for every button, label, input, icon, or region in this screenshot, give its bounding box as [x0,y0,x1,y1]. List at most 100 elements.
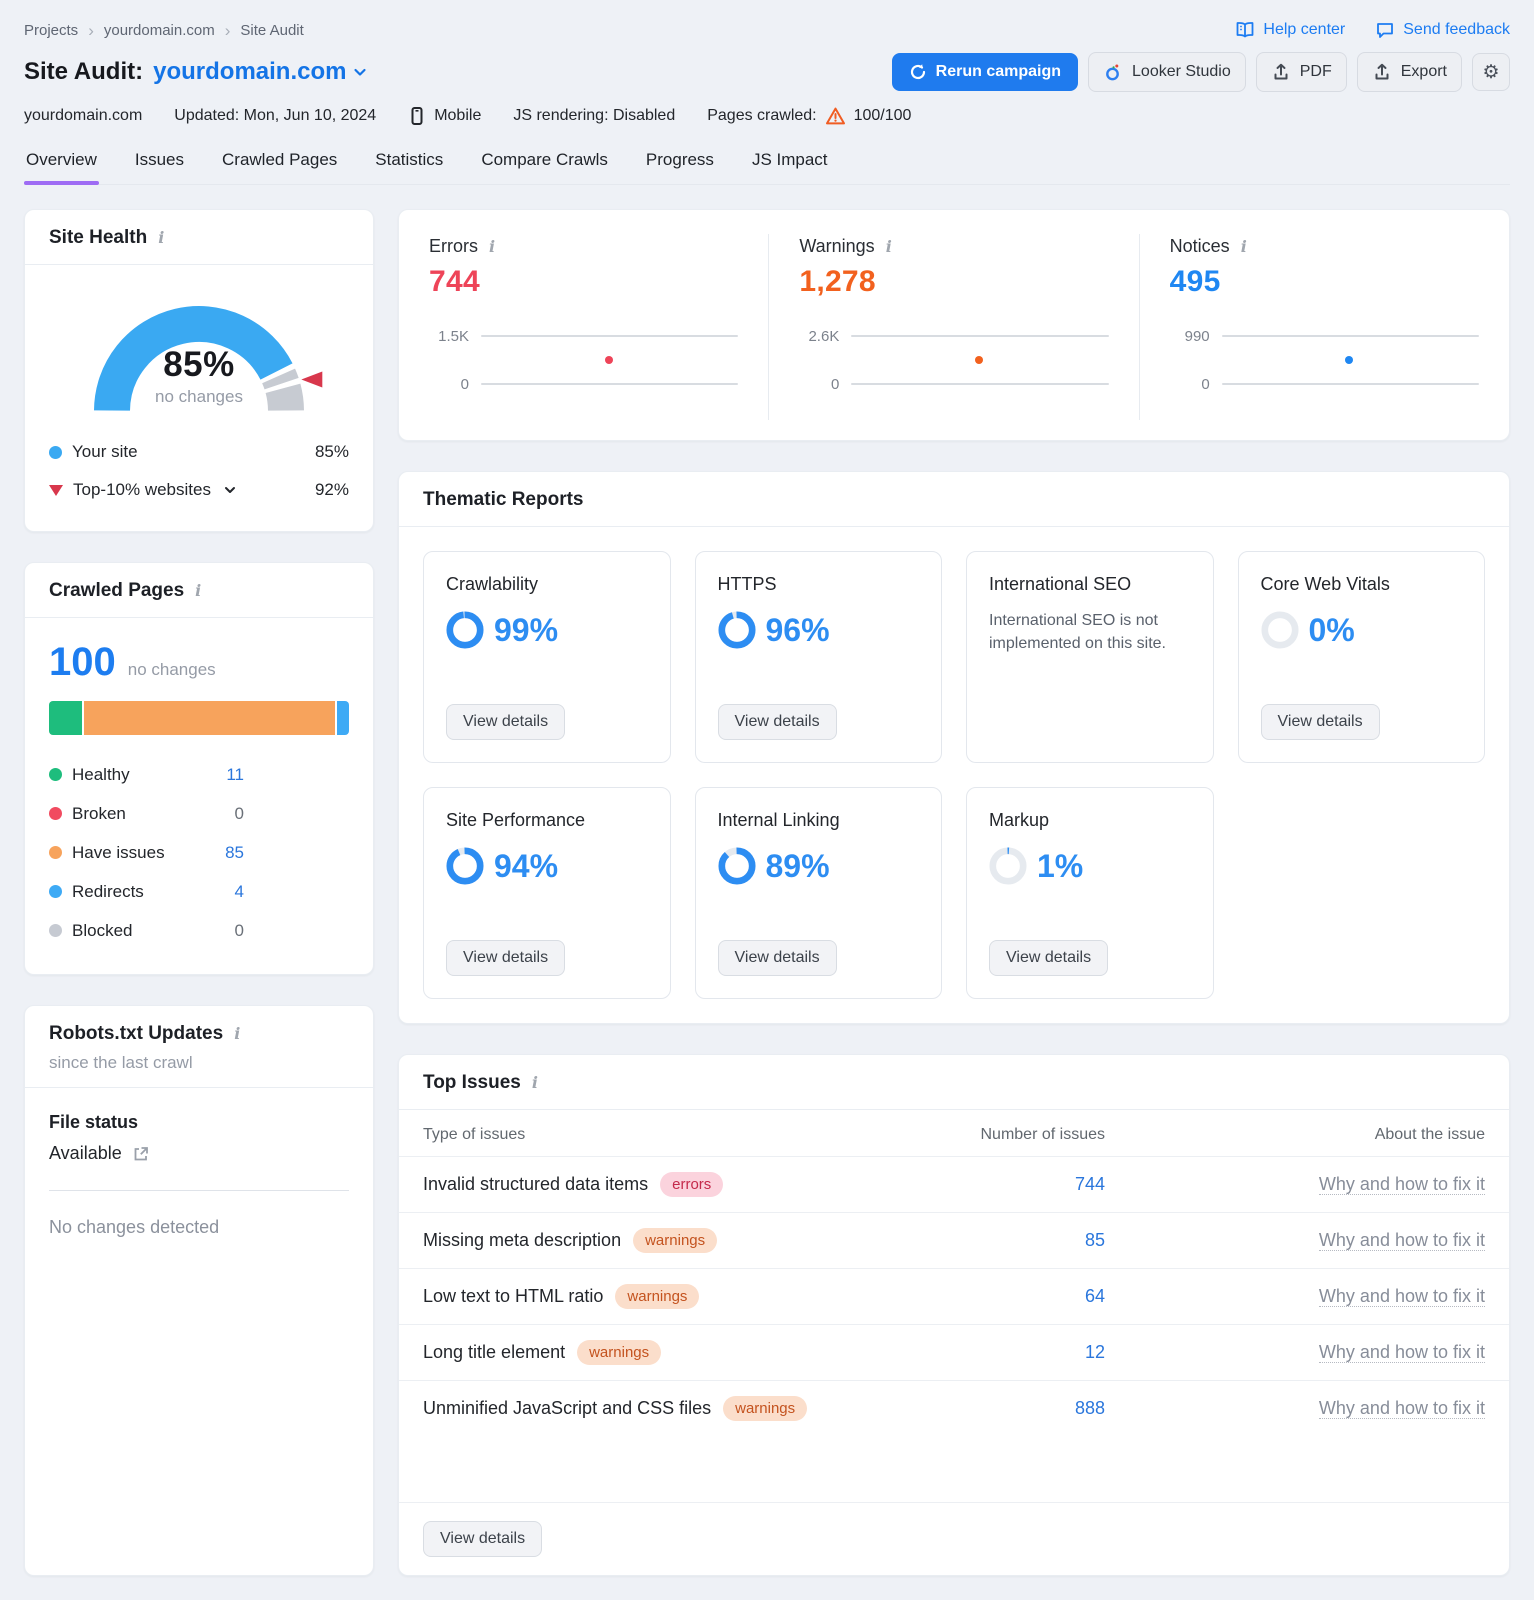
breadcrumb-projects[interactable]: Projects [24,22,78,39]
chevron-down-icon[interactable] [223,483,237,497]
breadcrumb-domain[interactable]: yourdomain.com [104,22,215,39]
site-health-score: 85% [163,345,235,384]
rerun-campaign-label: Rerun campaign [935,63,1062,80]
meta-device: Mobile [408,106,481,126]
warnings-badge: warnings [577,1340,662,1365]
robots-title: Robots.txt Updates [49,1023,224,1044]
mobile-icon [411,107,423,125]
notices-value[interactable]: 495 [1170,265,1479,299]
tab-crawled-pages[interactable]: Crawled Pages [220,146,339,184]
robots-txt-card: Robots.txt Updates i since the last craw… [24,1005,374,1576]
top-issues-header-row: Type of issues Number of issues About th… [399,1110,1509,1156]
settings-button[interactable]: ⚙ [1472,53,1510,91]
issue-name: Low text to HTML ratio [423,1286,604,1306]
tab-compare-crawls[interactable]: Compare Crawls [479,146,610,184]
crawlability-view-details-button[interactable]: View details [446,704,566,740]
meta-pages-crawled-value: 100/100 [853,107,912,124]
domain-selector[interactable]: yourdomain.com [153,58,368,86]
warnings-value[interactable]: 1,278 [799,265,1108,299]
legend-redirects-count[interactable]: 4 [235,882,349,902]
https-view-details-button[interactable]: View details [717,704,837,740]
info-icon[interactable]: i [193,583,203,599]
info-icon[interactable]: i [156,230,166,246]
y-max-label: 2.6K [808,327,840,345]
legend-healthy-count[interactable]: 11 [226,765,349,785]
internal-linking-view-details-button[interactable]: View details [717,940,837,976]
meta-domain: yourdomain.com [24,107,143,124]
thematic-crawlability-title: Crawlability [446,574,539,594]
thematic-international-seo-note: International SEO is not implemented on … [989,612,1166,653]
legend-broken-label: Broken [72,803,126,823]
legend-your-site-label: Your site [72,442,138,461]
why-how-to-fix-link[interactable]: Why and how to fix it [1318,1230,1485,1251]
top-issues-view-details-button[interactable]: View details [423,1521,543,1557]
meta-device-label: Mobile [434,107,482,124]
markup-view-details-button[interactable]: View details [989,940,1109,976]
page-title: Site Audit: [24,58,144,85]
breadcrumb: Projects › yourdomain.com › Site Audit [24,22,304,39]
robots-no-changes: No changes detected [49,1217,220,1237]
site-performance-view-details-button[interactable]: View details [446,940,566,976]
warnings-sparkline: 2.6K 0 [799,327,1109,393]
issue-count-link[interactable]: 888 [945,1398,1105,1419]
issue-count-link[interactable]: 64 [945,1286,1105,1307]
why-how-to-fix-link[interactable]: Why and how to fix it [1318,1342,1485,1363]
export-button[interactable]: Export [1356,52,1462,92]
info-icon[interactable]: i [232,1026,242,1042]
why-how-to-fix-link[interactable]: Why and how to fix it [1318,1174,1485,1195]
tab-progress[interactable]: Progress [644,146,716,184]
info-icon[interactable]: i [530,1075,540,1091]
legend-top10-label[interactable]: Top-10% websites [73,480,211,500]
thematic-internal-linking-pct: 89% [765,847,830,884]
thematic-core-web-vitals: Core Web Vitals 0% View details [1237,551,1485,763]
core-web-vitals-view-details-button[interactable]: View details [1260,704,1380,740]
why-how-to-fix-link[interactable]: Why and how to fix it [1318,1286,1485,1307]
info-icon[interactable]: i [884,238,894,255]
bar-segment-redirects[interactable] [337,701,349,735]
help-center-link[interactable]: Help center [1235,20,1345,40]
external-link-icon[interactable] [132,1145,150,1163]
tab-issues[interactable]: Issues [133,146,186,184]
red-triangle-icon [49,484,63,496]
thematic-international-seo-title: International SEO [989,574,1132,594]
send-feedback-link[interactable]: Send feedback [1375,20,1510,40]
tab-overview[interactable]: Overview [24,146,99,185]
rerun-campaign-button[interactable]: Rerun campaign [891,53,1079,91]
issue-count-link[interactable]: 12 [945,1342,1105,1363]
progress-ring-icon [717,611,756,649]
issue-count-link[interactable]: 85 [945,1230,1105,1251]
progress-ring-icon [717,847,756,885]
page: Projects › yourdomain.com › Site Audit H… [0,0,1534,1600]
info-icon[interactable]: i [487,238,497,255]
file-status-value[interactable]: Available [49,1143,122,1164]
thematic-https: HTTPS 96% View details [694,551,942,763]
legend-top10-value: 92% [314,480,349,499]
bar-segment-have-issues[interactable] [83,701,336,735]
y-max-label: 990 [1184,327,1210,345]
bar-segment-healthy[interactable] [49,701,82,735]
legend-redirects: Redirects 4 [49,872,349,911]
why-how-to-fix-link[interactable]: Why and how to fix it [1318,1398,1485,1419]
thematic-international-seo: International SEO International SEO is n… [966,551,1214,763]
issue-name: Missing meta description [423,1230,622,1250]
pdf-button[interactable]: PDF [1255,52,1347,92]
export-label: Export [1400,63,1447,80]
thematic-site-performance-title: Site Performance [446,810,586,830]
gridline [851,335,1109,337]
errors-value[interactable]: 744 [429,265,738,299]
progress-ring-icon [446,847,484,885]
thematic-core-web-vitals-title: Core Web Vitals [1260,574,1390,594]
info-icon[interactable]: i [1239,238,1249,255]
book-icon [1237,22,1254,38]
gridline [851,383,1109,385]
errors-sparkline: 1.5K 0 [429,327,739,393]
gridline [481,335,739,337]
thematic-internal-linking: Internal Linking 89% View details [694,787,942,999]
table-row: Long title element warnings 12 Why and h… [399,1324,1509,1380]
legend-have-issues-count[interactable]: 85 [225,843,349,863]
looker-studio-button[interactable]: Looker Studio [1088,52,1246,92]
tab-statistics[interactable]: Statistics [373,146,445,184]
issue-count-link[interactable]: 744 [945,1174,1105,1195]
help-center-label: Help center [1263,21,1346,38]
tab-js-impact[interactable]: JS Impact [750,146,830,184]
